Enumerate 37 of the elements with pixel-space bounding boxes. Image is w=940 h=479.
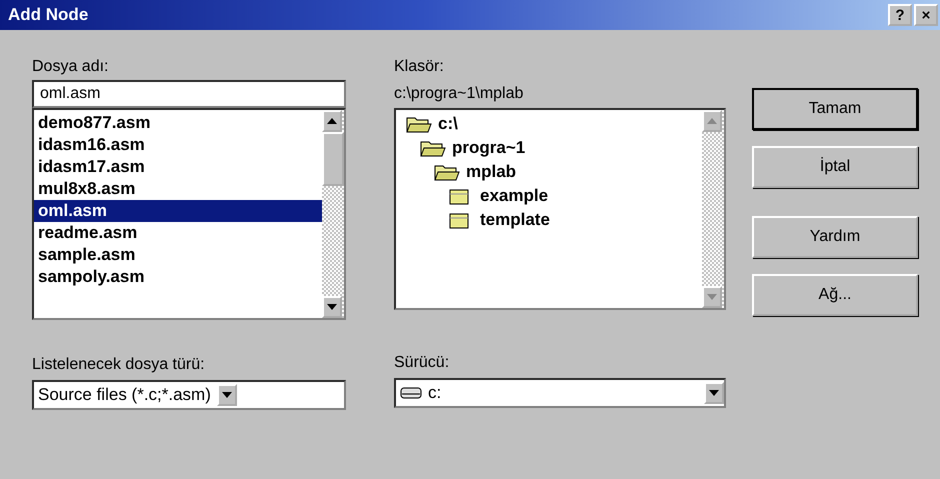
drive-icon (400, 386, 422, 400)
field-label: Sürücü: (394, 354, 450, 373)
folder-item[interactable]: progra~1 (396, 136, 702, 160)
file-item[interactable]: mul8x8.asm (34, 178, 322, 200)
scroll-down-icon (707, 294, 717, 300)
folder-item[interactable]: example (396, 184, 702, 208)
dialog-button[interactable]: Yardım (752, 216, 918, 258)
scroll-up-icon (707, 118, 717, 124)
file-item[interactable]: sample.asm (34, 244, 322, 266)
file-item[interactable]: oml.asm (34, 200, 322, 222)
file-item[interactable]: readme.asm (34, 222, 322, 244)
file-type-dropdown[interactable]: Source files (*.c;*.asm) (32, 380, 346, 410)
scrollbar[interactable] (322, 110, 344, 318)
drive-dropdown[interactable]: c: (394, 378, 726, 408)
dialog-button[interactable]: İptal (752, 146, 918, 188)
caret-icon (222, 392, 232, 398)
window-title: Add Node (8, 5, 88, 25)
field-label: Listelenecek dosya türü: (32, 356, 206, 375)
scroll-down-icon (327, 304, 337, 310)
scroll-up-icon (327, 118, 337, 124)
folder-item[interactable]: template (396, 208, 702, 232)
caret-icon (709, 390, 719, 396)
dialog-button[interactable]: Tamam (752, 88, 918, 130)
scrollbar[interactable] (702, 110, 724, 308)
field-label: Klasör: (394, 58, 445, 77)
dialog-button[interactable]: Ağ... (752, 274, 918, 316)
field-label: Dosya adı: (32, 58, 110, 77)
help-button[interactable]: ? (888, 4, 912, 26)
folder-path: c:\progra~1\mplab (394, 84, 524, 104)
file-item[interactable]: idasm16.asm (34, 134, 322, 156)
file-item[interactable]: idasm17.asm (34, 156, 322, 178)
file-item[interactable]: demo877.asm (34, 112, 322, 134)
close-button[interactable]: × (914, 4, 938, 26)
folder-item[interactable]: mplab (396, 160, 702, 184)
file-item[interactable]: sampoly.asm (34, 266, 322, 288)
folder-item[interactable]: c:\ (396, 112, 702, 136)
file-name-field[interactable]: oml.asm (32, 80, 346, 108)
